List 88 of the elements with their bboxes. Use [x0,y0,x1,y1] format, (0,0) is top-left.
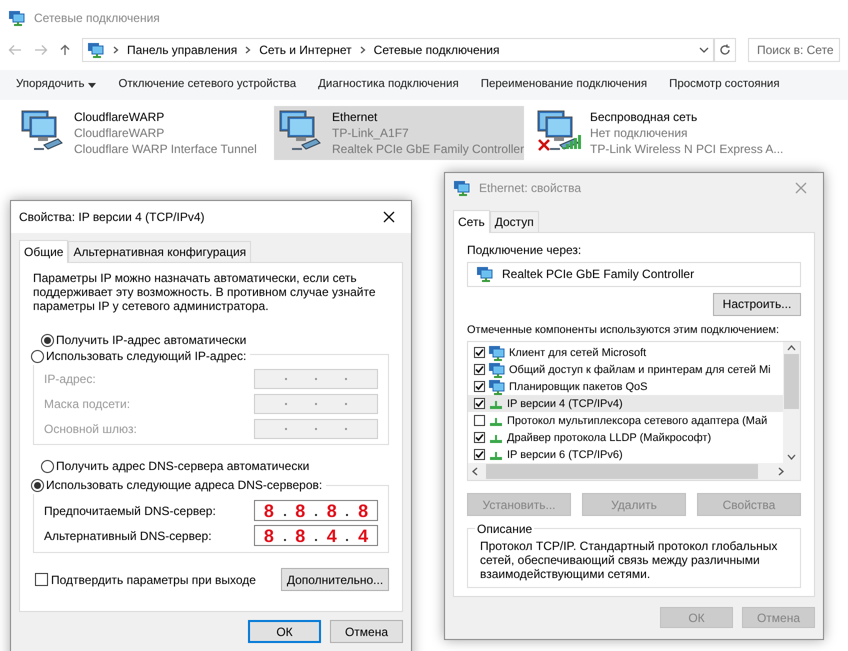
adapter-item[interactable]: Беспроводная сеть Нет подключения TP-Link Wireless N PCI Express A... [532,106,782,160]
signal-bars-icon [562,135,582,149]
toolbar-button[interactable]: Диагностика подключения [318,76,459,94]
field-label: Маска подсети: [44,396,130,413]
scroll-down-icon[interactable] [787,454,796,460]
adapter-device: Realtek PCIe GbE Family Controller [332,141,524,157]
field-label: IP-адрес: [44,371,96,388]
network-computer-icon [453,180,471,196]
adapter-name: Ethernet [332,109,378,125]
network-computer-icon [476,266,494,282]
field-label: Альтернативный DNS-сервер: [44,528,212,544]
network-computer-icon [488,362,506,378]
adapter-status: Нет подключения [590,125,689,141]
horizontal-scrollbar[interactable] [468,463,800,480]
toolbar-button[interactable]: Просмотр состояния [669,76,780,94]
description-text: Параметры IP можно назначать автоматически, если сеть поддерживает эту возможность. В противном случае узнайте параметры IP у сетевого администратора. [33,271,377,313]
checkbox[interactable] [474,398,485,410]
field-label: Основной шлюз: [44,421,137,438]
network-computer-icon [488,378,506,395]
component-item[interactable]: IP версии 4 (TCP/IPv4) [468,395,783,412]
component-item[interactable]: IP версии 6 (TCP/IPv6) [468,446,783,464]
breadcrumb-item[interactable]: Сеть и Интернет [259,41,352,59]
checkbox[interactable] [474,449,485,460]
adapter-device: TP-Link Wireless N PCI Express A... [590,141,784,157]
caret-icon [88,82,96,88]
adapter-status: CloudflareWARP [74,125,166,141]
chevron-icon [360,46,366,54]
checkbox[interactable] [474,432,485,444]
checkbox[interactable]: Подтвердить параметры при выходе [35,570,256,588]
vertical-scrollbar[interactable] [783,342,800,464]
scroll-up-icon[interactable] [787,345,796,352]
tab[interactable]: Общие [19,240,68,263]
window-title: Сетевые подключения [34,10,160,27]
dropdown-icon[interactable] [699,47,709,53]
component-item[interactable]: Планировщик пакетов QoS [468,378,783,396]
tab[interactable]: Доступ [490,211,539,232]
checkbox[interactable] [474,364,485,376]
ip-address-field[interactable] [254,369,378,389]
adapter-device: Cloudflare WARP Interface Tunnel [74,141,257,157]
adapter-item[interactable]: CloudflareWARP CloudflareWARP Cloudflare WARP Interface Tunnel [16,106,266,160]
network-computer-icon [488,344,506,361]
component-item[interactable]: Клиент для сетей Microsoft [468,344,783,362]
scroll-right-icon[interactable] [778,467,784,476]
network-computer-icon [87,42,105,58]
scroll-left-icon[interactable] [472,467,478,476]
tab[interactable]: Сеть [453,210,490,233]
dialog-button[interactable]: Настроить... [713,292,801,316]
dialog-title: Свойства: IP версии 4 (TCP/IPv4) [19,209,204,226]
component-item[interactable]: Общий доступ к файлам и принтерам для сетей Mi [468,361,783,378]
refresh-icon[interactable] [719,44,731,56]
up-arrow-icon[interactable] [60,44,70,56]
close-icon[interactable] [383,211,395,223]
radio-button[interactable]: Использовать следующие адреса DNS-серверов: [31,476,326,494]
section-label: Отмеченные компоненты используются этим подключением: [467,322,780,338]
dns-address-field[interactable]: 8 8 4 4 [254,525,378,546]
search-field[interactable]: Поиск в: Сете [748,38,840,62]
checkbox[interactable] [474,415,485,426]
toolbar-button[interactable]: Упорядочить [16,76,96,94]
checkbox[interactable] [474,381,485,392]
chevron-icon [113,46,119,54]
dialog-button[interactable]: Дополнительно... [281,568,389,591]
field-label: Предпочитаемый DNS-сервер: [44,502,216,520]
tab[interactable]: Альтернативная конфигурация [68,241,252,262]
component-item[interactable]: Протокол мультиплексора сетевого адаптера (Май [468,412,783,430]
adapter-name: CloudflareWARP [74,109,166,125]
adapter-status: TP-Link_A1F7 [332,125,410,141]
adapter-item[interactable]: Ethernet TP-Link_A1F7 Realtek PCIe GbE Family Controller [274,106,524,160]
ip-address-field[interactable] [254,419,378,439]
toolbar-button[interactable]: Переименование подключения [480,76,648,94]
checkbox[interactable] [474,347,485,358]
address-bar[interactable]: Панель управления Сеть и Интернет Сетевые подключения [82,38,714,62]
chevron-icon [245,46,252,54]
section-label: Подключение через: [467,242,582,259]
component-item[interactable]: Драйвер протокола LLDP (Майкрософт) [468,429,783,446]
radio-button[interactable]: Использовать следующий IP-адрес: [31,347,250,365]
dialog-button[interactable]: Отмена [330,620,403,643]
ip-address-field[interactable] [254,394,378,414]
network-computer-icon [8,10,26,26]
breadcrumb-item[interactable]: Сетевые подключения [374,41,500,59]
dialog-title: Ethernet: свойства [479,180,582,197]
error-cross-icon [538,139,550,151]
breadcrumb-item[interactable]: Панель управления [127,41,238,59]
dns-address-field[interactable]: 8 8 8 8 [254,500,378,521]
description-text: Протокол TCP/IP. Стандартный протокол глобальных сетей, обеспечивающий связь между различными взаимодействующими сетями. [480,539,778,582]
toolbar-button[interactable]: Отключение сетевого устройства [118,76,296,94]
dialog-button[interactable]: ОК [248,620,321,643]
adapter-name: Беспроводная сеть [590,109,698,125]
adapter-field: Realtek PCIe GbE Family Controller [467,262,801,287]
